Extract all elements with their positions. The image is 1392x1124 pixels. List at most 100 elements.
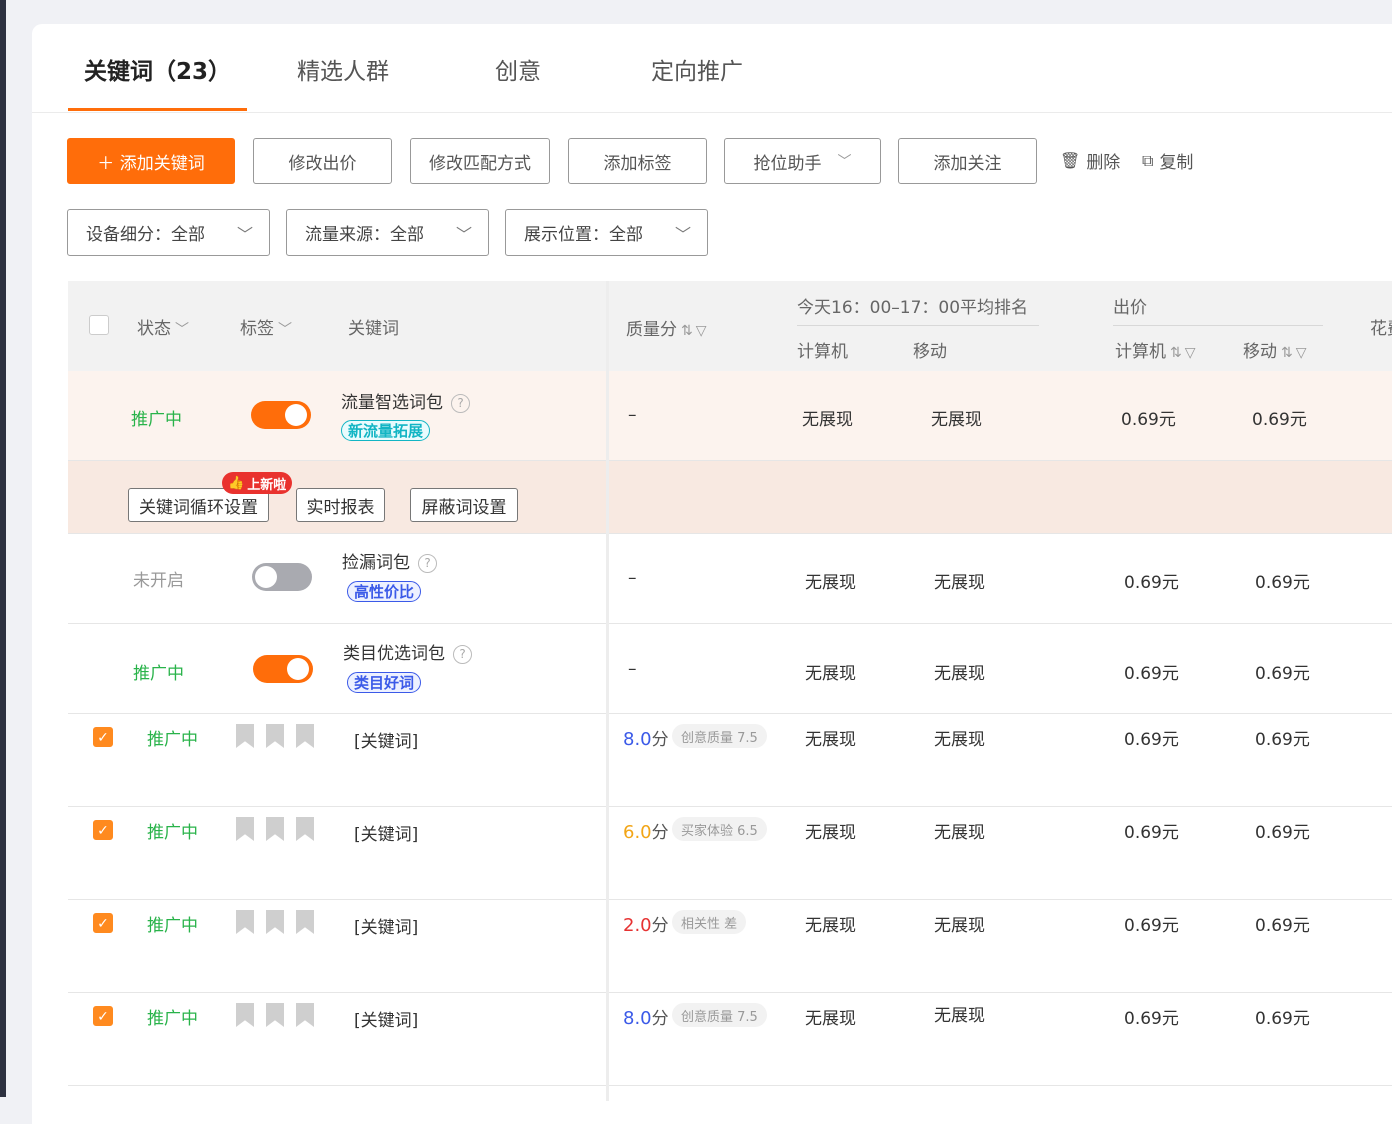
tab-keywords[interactable]: 关键词（23） xyxy=(84,52,231,86)
bookmark-icon[interactable] xyxy=(296,724,314,748)
sort-icon[interactable]: ⇅ xyxy=(1170,345,1182,361)
bookmark-icon[interactable] xyxy=(296,910,314,934)
add-follow-button[interactable]: 添加关注 xyxy=(898,138,1037,184)
table-row: ✓ 推广中 [关键词] 8.0分 创意质量 7.5 无展现 无展现 0.69元 … xyxy=(68,993,1392,1086)
rank-mobile-header: 移动 xyxy=(913,342,947,362)
row-checkbox[interactable]: ✓ xyxy=(93,913,113,933)
spend-header: 花费 xyxy=(1370,319,1392,339)
bid-mobile-header[interactable]: 移动 ⇅ ▽ xyxy=(1243,337,1307,362)
source-filter-select[interactable]: 流量来源：全部 ﹀ xyxy=(286,209,489,256)
sort-icon[interactable]: ⇅ xyxy=(1281,345,1293,361)
position-filter-select[interactable]: 展示位置：全部 ﹀ xyxy=(505,209,708,256)
row-checkbox[interactable]: ✓ xyxy=(93,820,113,840)
delete-button[interactable]: 🗑 删除 xyxy=(1060,148,1120,173)
bookmark-icon[interactable] xyxy=(266,724,284,748)
keyword-text[interactable]: [关键词] xyxy=(354,820,418,845)
chevron-down-icon: ﹀ xyxy=(236,225,253,244)
quality-note: 创意质量 7.5 xyxy=(672,724,767,748)
bid-pc-value[interactable]: 0.69元 xyxy=(1124,568,1179,593)
tab-creative[interactable]: 创意 xyxy=(495,52,541,86)
tag-flags[interactable] xyxy=(236,910,314,934)
status-toggle[interactable] xyxy=(253,655,313,683)
bid-pc-value[interactable]: 0.69元 xyxy=(1124,725,1179,750)
block-words-button[interactable]: 屏蔽词设置 xyxy=(410,488,518,522)
add-keyword-button[interactable]: ＋ 添加关键词 xyxy=(67,138,235,184)
rank-mobile-value: 无展现 xyxy=(934,823,985,843)
chevron-down-icon: ﹀ xyxy=(175,322,189,338)
keyword-panel: 关键词（23） 精选人群 创意 定向推广 ＋ 添加关键词 修改出价 修改匹配方式… xyxy=(32,24,1392,1124)
bookmark-icon[interactable] xyxy=(236,910,254,934)
device-filter-select[interactable]: 设备细分：全部 ﹀ xyxy=(67,209,270,256)
row-checkbox[interactable]: ✓ xyxy=(93,727,113,747)
column-separator xyxy=(606,281,609,1101)
realtime-report-button[interactable]: 实时报表 xyxy=(296,488,385,522)
bookmark-icon[interactable] xyxy=(266,817,284,841)
app-sidebar-edge xyxy=(0,0,6,1097)
quality-score: 6.0分 xyxy=(623,818,669,843)
bookmark-icon[interactable] xyxy=(236,724,254,748)
new-badge: 👍 上新啦 xyxy=(222,472,293,494)
bookmark-icon[interactable] xyxy=(296,817,314,841)
bid-mobile-header-label: 移动 xyxy=(1243,342,1277,362)
bid-mobile-value[interactable]: 0.69元 xyxy=(1255,1004,1310,1029)
help-icon[interactable]: ? xyxy=(453,644,472,664)
status-toggle[interactable] xyxy=(251,401,311,429)
modify-match-button[interactable]: 修改匹配方式 xyxy=(410,138,550,184)
package-name-label: 流量智选词包 xyxy=(341,393,443,413)
add-tag-button[interactable]: 添加标签 xyxy=(568,138,707,184)
bid-pc-value[interactable]: 0.69元 xyxy=(1124,659,1179,684)
bookmark-icon[interactable] xyxy=(266,1003,284,1027)
bid-pc-value[interactable]: 0.69元 xyxy=(1124,911,1179,936)
bid-pc-header[interactable]: 计算机 ⇅ ▽ xyxy=(1115,337,1196,362)
bookmark-icon[interactable] xyxy=(236,817,254,841)
bid-pc-value[interactable]: 0.69元 xyxy=(1121,405,1176,430)
bookmark-icon[interactable] xyxy=(236,1003,254,1027)
filter-icon[interactable]: ▽ xyxy=(1296,345,1307,361)
package-name: 类目优选词包? xyxy=(343,639,472,664)
bookmark-icon[interactable] xyxy=(296,1003,314,1027)
bid-mobile-value[interactable]: 0.69元 xyxy=(1252,405,1307,430)
quality-score: – xyxy=(628,568,637,588)
copy-button[interactable]: ⧉ 复制 xyxy=(1142,148,1193,174)
table-row: 推广中 流量智选词包? 新流量拓展 – 无展现 无展现 0.69元 0.69元 xyxy=(68,371,1392,461)
tab-targeting[interactable]: 定向推广 xyxy=(651,52,743,86)
quality-score-unit: 分 xyxy=(651,823,669,843)
rank-pc-value: 无展现 xyxy=(805,664,856,684)
quality-score-unit: 分 xyxy=(651,730,669,750)
bid-pc-value[interactable]: 0.69元 xyxy=(1124,818,1179,843)
bid-mobile-value[interactable]: 0.69元 xyxy=(1255,911,1310,936)
bid-mobile-value[interactable]: 0.69元 xyxy=(1255,659,1310,684)
keyword-text[interactable]: [关键词] xyxy=(354,1006,418,1031)
filter-icon[interactable]: ▽ xyxy=(696,323,707,339)
filter-icon[interactable]: ▽ xyxy=(1185,345,1196,361)
status-header[interactable]: 状态 ﹀ xyxy=(137,314,189,339)
sort-icon[interactable]: ⇅ xyxy=(681,323,693,339)
select-all-checkbox[interactable] xyxy=(89,315,109,335)
tag-header[interactable]: 标签 ﹀ xyxy=(240,314,292,339)
help-icon[interactable]: ? xyxy=(451,393,470,413)
tag-flags[interactable] xyxy=(236,724,314,748)
rank-assistant-dropdown[interactable]: 抢位助手 ﹀ xyxy=(724,138,881,184)
package-name: 捡漏词包? xyxy=(342,548,437,573)
bookmark-icon[interactable] xyxy=(266,910,284,934)
bid-mobile-value[interactable]: 0.69元 xyxy=(1255,818,1310,843)
quality-header[interactable]: 质量分 ⇅ ▽ xyxy=(626,315,707,340)
row-checkbox[interactable]: ✓ xyxy=(93,1006,113,1026)
quality-score-value: 2.0 xyxy=(623,915,652,936)
status-toggle[interactable] xyxy=(252,563,312,591)
rank-mobile-value: 无展现 xyxy=(934,916,985,936)
tab-audience[interactable]: 精选人群 xyxy=(297,52,389,86)
keyword-text[interactable]: [关键词] xyxy=(354,913,418,938)
bid-pc-value[interactable]: 0.69元 xyxy=(1124,1004,1179,1029)
tag-flags[interactable] xyxy=(236,817,314,841)
quality-score: – xyxy=(628,405,637,425)
bid-mobile-value[interactable]: 0.69元 xyxy=(1255,725,1310,750)
modify-bid-button[interactable]: 修改出价 xyxy=(253,138,392,184)
copy-icon: ⧉ xyxy=(1142,150,1154,170)
help-icon[interactable]: ? xyxy=(418,553,437,573)
tag-flags[interactable] xyxy=(236,1003,314,1027)
keyword-text[interactable]: [关键词] xyxy=(354,727,418,752)
bid-mobile-value[interactable]: 0.69元 xyxy=(1255,568,1310,593)
bid-pc-header-label: 计算机 xyxy=(1115,342,1166,362)
rank-group-header: 今天16：00–17：00平均排名 xyxy=(797,298,1029,318)
